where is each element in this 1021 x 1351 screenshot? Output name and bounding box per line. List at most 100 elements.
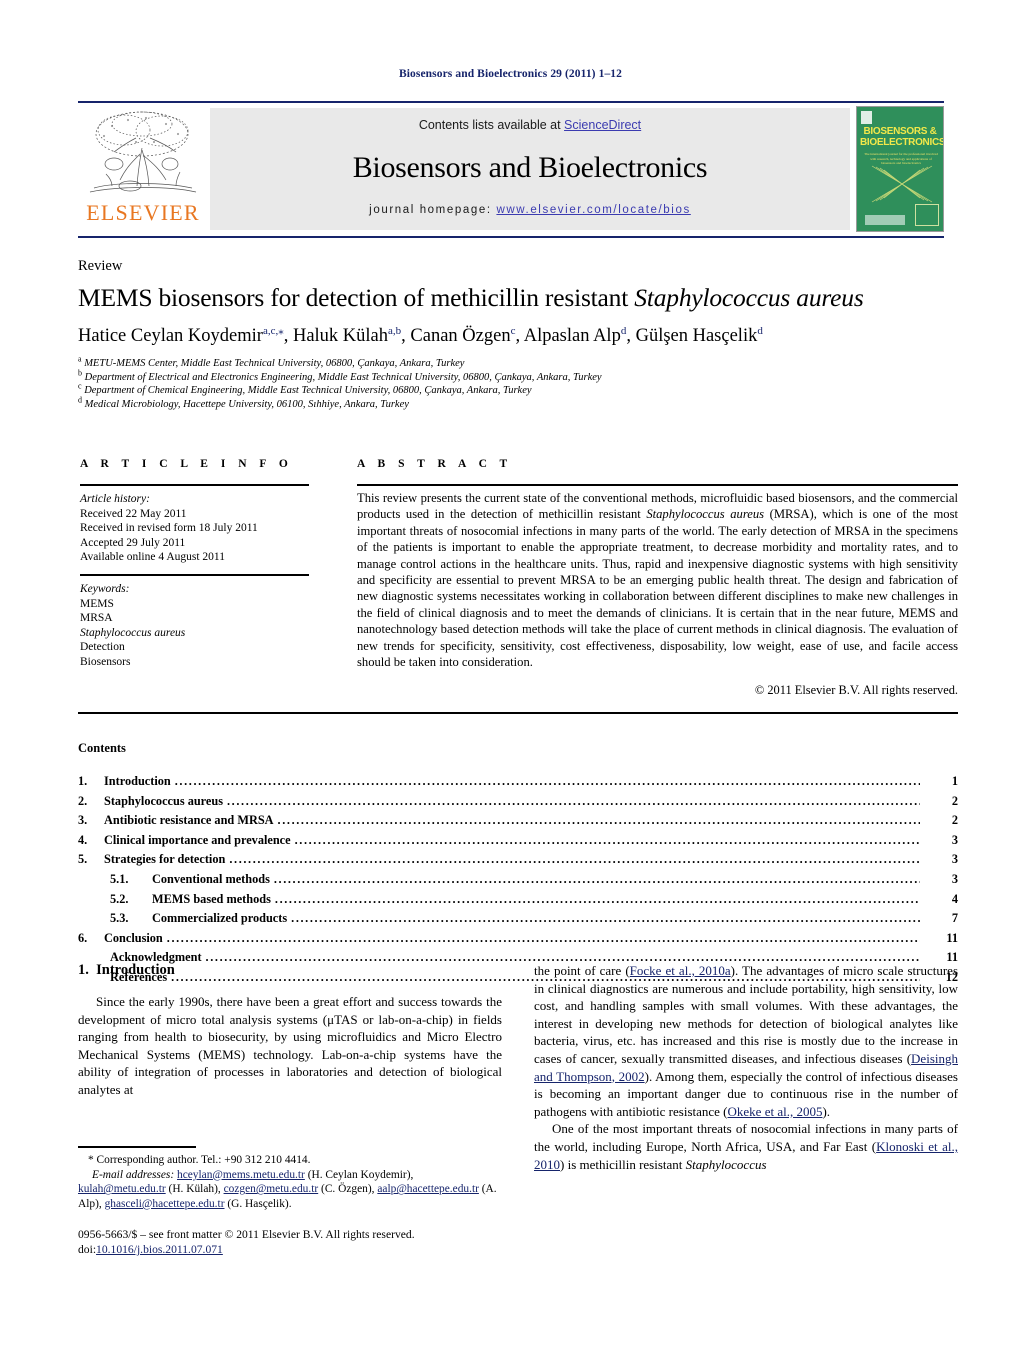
- citation-link[interactable]: Focke et al., 2010a: [630, 963, 731, 978]
- elsevier-wordmark: ELSEVIER: [86, 200, 200, 225]
- toc-entry[interactable]: 4. Clinical importance and prevalence....…: [78, 831, 958, 851]
- email-addresses-block: E-mail addresses: hceylan@mems.metu.edu.…: [78, 1168, 502, 1212]
- author-name: Alpaslan Alp: [523, 326, 621, 346]
- contents-available-prefix: Contents lists available at: [418, 118, 565, 132]
- cover-bowtie-graphic: [871, 165, 933, 203]
- keyword-item: Detection: [80, 641, 125, 654]
- toc-entry[interactable]: 1. Introduction..........................…: [78, 772, 958, 792]
- email-link[interactable]: aalp@hacettepe.edu.tr: [377, 1183, 479, 1195]
- history-item: Received in revised form 18 July 2011: [80, 522, 258, 535]
- toc-entry-page: 4: [951, 891, 958, 906]
- toc-entry[interactable]: 3. Antibiotic resistance and MRSA........…: [78, 811, 958, 831]
- journal-masthead: ELSEVIER Contents lists available at Sci…: [78, 106, 944, 232]
- article-title-species: Staphylococcus aureus: [634, 283, 864, 312]
- doi-link[interactable]: 10.1016/j.bios.2011.07.071: [96, 1243, 223, 1256]
- toc-leader-dots: ........................................…: [227, 793, 920, 808]
- author-list: Hatice Ceylan Koydemira,c,⁎, Haluk Külah…: [78, 324, 763, 346]
- cover-badge: [915, 204, 939, 226]
- toc-entry-label[interactable]: MEMS based methods: [152, 890, 275, 910]
- email-owner: (H. Külah),: [165, 1183, 224, 1196]
- keywords-rule: [80, 574, 309, 576]
- article-info-rule: [80, 484, 309, 486]
- toc-entry-label[interactable]: Introduction: [104, 772, 175, 792]
- affiliation-item: a METU-MEMS Center, Middle East Technica…: [78, 354, 465, 369]
- sciencedirect-link[interactable]: ScienceDirect: [564, 118, 641, 132]
- journal-cover-thumbnail: BIOSENSORS & BIOELECTRONICS The internat…: [856, 106, 944, 232]
- author-affiliation-marker: a,c,⁎: [262, 324, 284, 337]
- affiliation-marker: a: [78, 354, 82, 364]
- running-head: Biosensors and Bioelectronics 29 (2011) …: [398, 68, 622, 80]
- keyword-item: Biosensors: [80, 655, 131, 668]
- toc-entry-number: 1.: [78, 774, 88, 788]
- author-name: Gülşen Hasçelik: [635, 326, 758, 346]
- email-link[interactable]: ghasceli@hacettepe.edu.tr: [105, 1198, 225, 1210]
- email-link[interactable]: cozgen@metu.edu.tr: [224, 1183, 319, 1195]
- journal-title: Biosensors and Bioelectronics: [352, 151, 708, 184]
- email-addresses-label: E-mail addresses:: [92, 1168, 177, 1181]
- toc-leader-dots: ........................................…: [291, 911, 920, 926]
- author-affiliation-marker: d: [620, 324, 627, 337]
- abstract-text: This review presents the current state o…: [357, 490, 958, 670]
- page-title: MEMS biosensors for detection of methici…: [78, 283, 958, 313]
- toc-entry-label[interactable]: Staphylococcus aureus: [104, 792, 227, 812]
- contents-heading: Contents: [78, 741, 126, 755]
- toc-entry[interactable]: 2. Staphylococcus aureus.................…: [78, 792, 958, 812]
- cover-title: BIOSENSORS & BIOELECTRONICS: [860, 126, 944, 148]
- toc-entry[interactable]: 6. Conclusion............................…: [78, 929, 958, 949]
- article-history-label: Article history:: [80, 493, 150, 505]
- journal-homepage-link[interactable]: www.elsevier.com/locate/bios: [496, 204, 690, 216]
- toc-entry-label[interactable]: Strategies for detection: [104, 850, 229, 870]
- right-p1-text-a: the point of care (: [534, 963, 630, 978]
- toc-entry-page: 2: [951, 813, 958, 828]
- toc-entry-label[interactable]: Conclusion: [104, 929, 167, 949]
- toc-entry[interactable]: 5.2. MEMS based methods..................…: [78, 890, 958, 910]
- abstract-heading: A B S T R A C T: [357, 458, 513, 470]
- toc-entry-page: 2: [951, 793, 958, 808]
- toc-leader-dots: ........................................…: [274, 891, 920, 906]
- history-item: Available online 4 August 2011: [80, 551, 226, 564]
- article-title-main: MEMS biosensors for detection of methici…: [78, 283, 635, 312]
- email-owner: (C. Özgen),: [318, 1183, 378, 1196]
- toc-entry-number: 5.2.: [110, 891, 129, 906]
- history-item: Received 22 May 2011: [80, 507, 187, 520]
- citation-link[interactable]: Okeke et al., 2005: [728, 1104, 823, 1119]
- toc-entry-label[interactable]: Conventional methods: [152, 870, 274, 890]
- copyright-line: © 2011 Elsevier B.V. All rights reserved…: [754, 683, 958, 697]
- toc-entry-label[interactable]: Commercialized products: [152, 909, 291, 929]
- toc-leader-dots: ........................................…: [277, 813, 920, 828]
- affiliation-marker: b: [78, 368, 82, 378]
- cover-elsevier-mark: [861, 111, 872, 124]
- toc-entry-page: 3: [951, 871, 958, 886]
- keyword-item: MRSA: [80, 612, 113, 625]
- toc-entry-number: 5.1.: [110, 871, 129, 886]
- toc-entry[interactable]: 5.3. Commercialized products.............…: [78, 909, 958, 929]
- toc-entry[interactable]: 5. Strategies for detection..............…: [78, 850, 958, 870]
- email-owner: (H. Ceylan Koydemir),: [304, 1168, 414, 1181]
- toc-entry-page: 1: [951, 774, 958, 788]
- email-link[interactable]: kulah@metu.edu.tr: [78, 1183, 166, 1195]
- keyword-item: MEMS: [80, 597, 114, 610]
- masthead-top-rule: [78, 101, 944, 103]
- toc-entry[interactable]: 5.1. Conventional methods................…: [78, 870, 958, 890]
- abstract-species: Staphylococcus aureus: [646, 507, 765, 522]
- journal-article-page: Biosensors and Bioelectronics 29 (2011) …: [0, 0, 1021, 1351]
- keywords-block: Keywords: MEMS MRSA Staphylococcus aureu…: [80, 582, 320, 670]
- toc-entry-label[interactable]: Clinical importance and prevalence: [104, 831, 295, 851]
- author-name: Hatice Ceylan Koydemir: [78, 326, 263, 346]
- email-link[interactable]: hceylan@mems.metu.edu.tr: [177, 1169, 305, 1181]
- issn-copyright-block: 0956-5663/$ – see front matter © 2011 El…: [78, 1228, 502, 1257]
- toc-entry-number: 3.: [78, 813, 88, 828]
- author-name: Haluk Külah: [292, 326, 389, 346]
- intro-paragraph-right-2: One of the most important threats of nos…: [534, 1120, 958, 1173]
- abstract-part-2: (MRSA), which is one of the most importa…: [357, 507, 958, 670]
- toc-entry-page: 7: [951, 911, 958, 926]
- footnote-rule: [78, 1146, 196, 1148]
- right-p1-text-d: ).: [822, 1103, 831, 1119]
- author-affiliation-marker: c: [510, 324, 516, 337]
- toc-entry-number: 2.: [78, 793, 88, 808]
- elsevier-tree-icon: [89, 111, 197, 193]
- toc-entry-label[interactable]: Antibiotic resistance and MRSA: [104, 811, 278, 831]
- corresponding-author-note: * Corresponding author. Tel.: +90 312 21…: [88, 1154, 311, 1166]
- intro-paragraph-right-1: the point of care (Focke et al., 2010a).…: [534, 962, 958, 1120]
- issn-line: 0956-5663/$ – see front matter © 2011 El…: [78, 1228, 415, 1241]
